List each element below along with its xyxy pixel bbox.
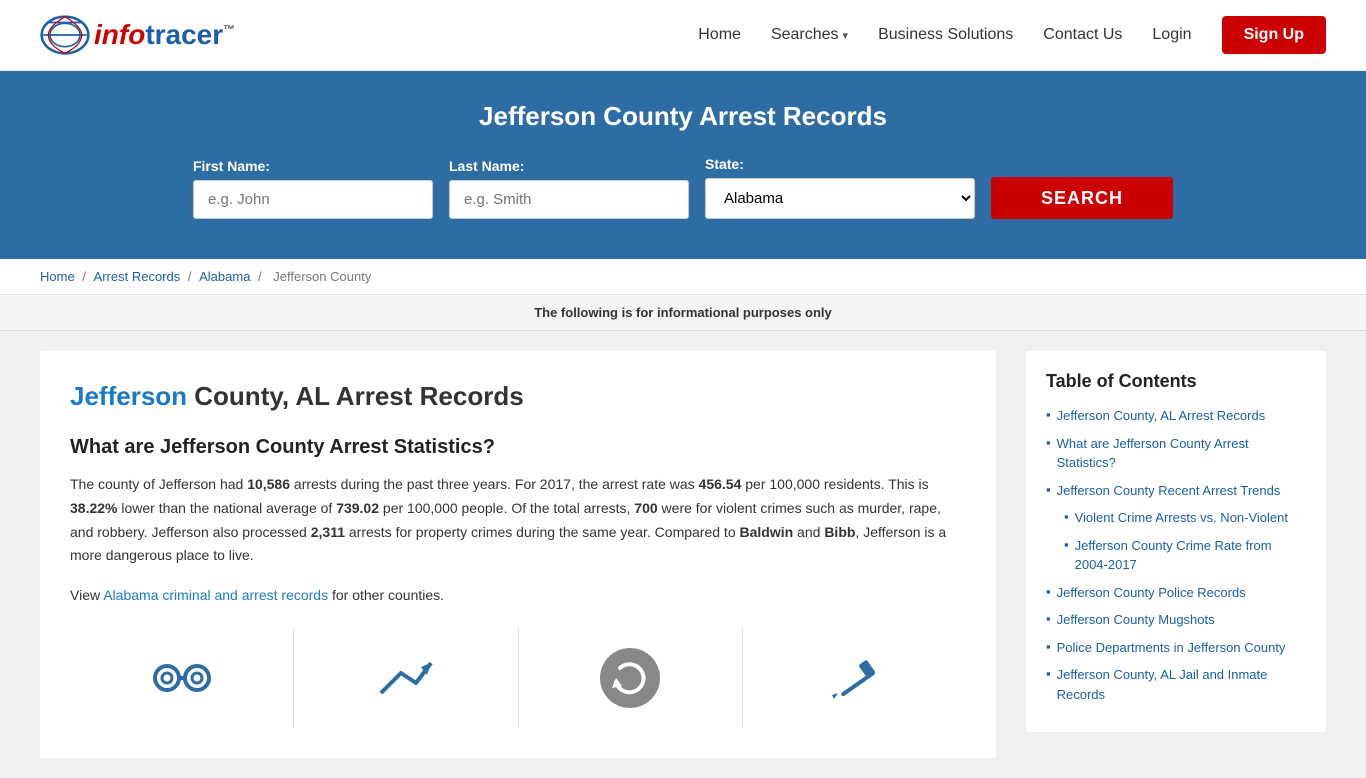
- toc-link-7[interactable]: Jefferson County Mugshots: [1057, 610, 1215, 630]
- toc-item-7: Jefferson County Mugshots: [1046, 610, 1306, 630]
- breadcrumb-jefferson-county: Jefferson County: [273, 269, 371, 284]
- logo-tm: ™: [223, 23, 235, 37]
- section1-title: What are Jefferson County Arrest Statist…: [70, 436, 966, 459]
- nav-home[interactable]: Home: [698, 26, 741, 44]
- logo-icon: [40, 10, 90, 60]
- toc-link-9[interactable]: Jefferson County, AL Jail and Inmate Rec…: [1057, 665, 1306, 704]
- toc-link-3[interactable]: Jefferson County Recent Arrest Trends: [1057, 481, 1281, 501]
- logo-info-text: info: [94, 19, 145, 50]
- state-label: State:: [705, 156, 744, 172]
- hero-section: Jefferson County Arrest Records First Na…: [0, 71, 1366, 259]
- hero-title: Jefferson County Arrest Records: [40, 101, 1326, 132]
- icon-cell-handcuffs: [70, 628, 294, 728]
- stat-county2: Bibb: [824, 524, 855, 540]
- search-button[interactable]: SEARCH: [991, 177, 1173, 219]
- article-heading-highlight: Jefferson: [70, 381, 187, 411]
- toc-item-1: Jefferson County, AL Arrest Records: [1046, 406, 1306, 426]
- last-name-input[interactable]: [449, 180, 689, 219]
- section1-body: The county of Jefferson had 10,586 arres…: [70, 473, 966, 568]
- chevron-down-icon: ▾: [843, 29, 849, 42]
- toc-link-4[interactable]: Violent Crime Arrests vs. Non-Violent: [1075, 508, 1288, 528]
- toc-item-3: Jefferson County Recent Arrest Trends: [1046, 481, 1306, 501]
- stat-violent: 700: [634, 500, 657, 516]
- main-container: Jefferson County, AL Arrest Records What…: [0, 331, 1366, 778]
- view-records-link[interactable]: Alabama criminal and arrest records: [103, 587, 328, 603]
- toc-list: Jefferson County, AL Arrest Records What…: [1046, 406, 1306, 704]
- icon-cell-arrow: [294, 628, 518, 728]
- stat-property: 2,311: [311, 524, 345, 540]
- toc-link-2[interactable]: What are Jefferson County Arrest Statist…: [1057, 434, 1306, 473]
- toc-title: Table of Contents: [1046, 371, 1306, 392]
- search-form: First Name: Last Name: State: Alabama SE…: [40, 156, 1326, 219]
- nav-business-solutions[interactable]: Business Solutions: [878, 26, 1013, 44]
- last-name-group: Last Name:: [449, 158, 689, 219]
- toc-link-6[interactable]: Jefferson County Police Records: [1057, 583, 1246, 603]
- stat-national-avg: 739.02: [336, 500, 379, 516]
- nav-searches[interactable]: Searches: [771, 26, 839, 44]
- article-heading: Jefferson County, AL Arrest Records: [70, 381, 966, 412]
- logo[interactable]: infotracer™: [40, 10, 235, 60]
- breadcrumb-sep-2: /: [188, 269, 195, 284]
- pen-icon: [824, 648, 884, 708]
- toc-item-6: Jefferson County Police Records: [1046, 583, 1306, 603]
- first-name-input[interactable]: [193, 180, 433, 219]
- state-select[interactable]: Alabama: [705, 178, 975, 219]
- toc-item-4: Violent Crime Arrests vs. Non-Violent: [1046, 508, 1306, 528]
- view-text: View: [70, 587, 103, 603]
- breadcrumb: Home / Arrest Records / Alabama / Jeffer…: [0, 259, 1366, 295]
- state-group: State: Alabama: [705, 156, 975, 219]
- icon-cell-circle-arrow: [519, 628, 743, 728]
- last-name-label: Last Name:: [449, 158, 524, 174]
- toc-item-2: What are Jefferson County Arrest Statist…: [1046, 434, 1306, 473]
- toc-item-5: Jefferson County Crime Rate from 2004-20…: [1046, 536, 1306, 575]
- handcuffs-icon: [152, 648, 212, 708]
- trend-arrow-icon: [376, 648, 436, 708]
- stat-county1: Baldwin: [740, 524, 794, 540]
- first-name-label: First Name:: [193, 158, 270, 174]
- breadcrumb-sep-1: /: [82, 269, 89, 284]
- header: infotracer™ Home Searches ▾ Business Sol…: [0, 0, 1366, 71]
- article: Jefferson County, AL Arrest Records What…: [40, 351, 996, 758]
- refresh-icon: [600, 648, 660, 708]
- toc-link-8[interactable]: Police Departments in Jefferson County: [1057, 638, 1286, 658]
- stat-rate: 456.54: [699, 476, 742, 492]
- breadcrumb-alabama[interactable]: Alabama: [199, 269, 250, 284]
- signup-button[interactable]: Sign Up: [1222, 16, 1326, 54]
- toc-box: Table of Contents Jefferson County, AL A…: [1026, 351, 1326, 732]
- nav-contact-us[interactable]: Contact Us: [1043, 26, 1122, 44]
- stat-lower-pct: 38.22%: [70, 500, 117, 516]
- logo-tracer-text: tracer: [145, 19, 223, 50]
- main-nav: Home Searches ▾ Business Solutions Conta…: [698, 16, 1326, 54]
- view-records-para: View Alabama criminal and arrest records…: [70, 584, 966, 608]
- toc-item-9: Jefferson County, AL Jail and Inmate Rec…: [1046, 665, 1306, 704]
- breadcrumb-arrest-records[interactable]: Arrest Records: [94, 269, 181, 284]
- first-name-group: First Name:: [193, 158, 433, 219]
- toc-link-5[interactable]: Jefferson County Crime Rate from 2004-20…: [1075, 536, 1306, 575]
- breadcrumb-sep-3: /: [258, 269, 265, 284]
- sidebar: Table of Contents Jefferson County, AL A…: [1026, 351, 1326, 758]
- toc-link-1[interactable]: Jefferson County, AL Arrest Records: [1057, 406, 1266, 426]
- stat-arrests: 10,586: [247, 476, 290, 492]
- icons-row: [70, 628, 966, 728]
- view-suffix: for other counties.: [328, 587, 444, 603]
- breadcrumb-home[interactable]: Home: [40, 269, 75, 284]
- info-banner: The following is for informational purpo…: [0, 295, 1366, 331]
- article-heading-rest: County, AL Arrest Records: [187, 381, 524, 411]
- icon-cell-pen: [743, 628, 966, 728]
- toc-item-8: Police Departments in Jefferson County: [1046, 638, 1306, 658]
- nav-login[interactable]: Login: [1152, 26, 1191, 44]
- nav-searches-wrapper[interactable]: Searches ▾: [771, 26, 848, 44]
